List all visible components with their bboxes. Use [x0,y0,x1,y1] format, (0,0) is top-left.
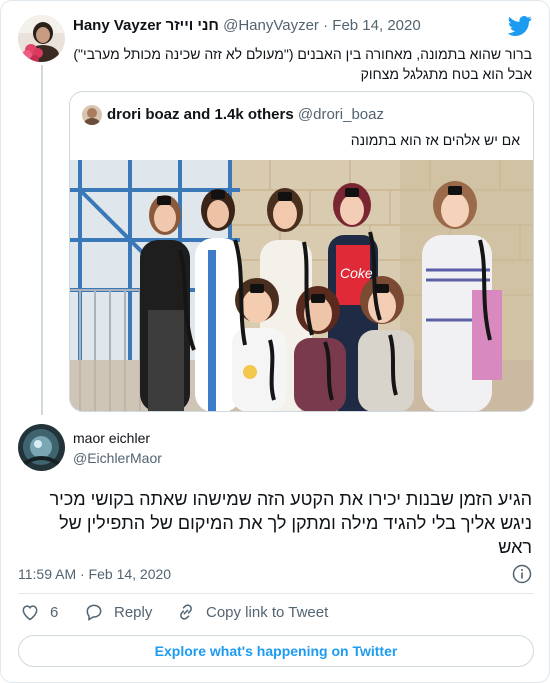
tweet-text-line: ברור שהוא בתמונה, מאחורה בין האבנים ("מע… [73,46,532,62]
quoted-display-name: drori boaz and 1.4k others [107,106,294,123]
reply-action[interactable]: Reply [84,602,152,622]
author-line: Hany Vayzer חני וייזר @HanyVayzer · Feb … [73,17,421,34]
copy-link-action[interactable]: Copy link to Tweet [176,602,328,622]
twitter-bird-icon[interactable] [508,15,532,37]
heart-icon[interactable] [20,602,40,622]
reply-text: הגיע הזמן שבנות יכירו את הקטע הזה שמישהו… [16,487,532,559]
tweet-text: ברור שהוא בתמונה, מאחורה בין האבנים ("מע… [62,44,532,84]
tweet-text-line: אבל הוא בטח מתגלגל מצחוק [360,66,532,82]
divider [18,593,534,594]
quoted-author-line: drori boaz and 1.4k others @drori_boaz [107,106,384,123]
like-count: 6 [50,603,59,621]
photo-shirt-text: Coke [340,265,373,281]
like-action[interactable]: 6 [20,602,58,622]
tweet-date[interactable]: Feb 14, 2020 [332,17,420,34]
quoted-tweet[interactable]: drori boaz and 1.4k others @drori_boaz א… [69,91,534,412]
copy-link-label: Copy link to Tweet [206,603,329,621]
explore-label: Explore what's happening on Twitter [154,643,398,659]
reply-text-line: ראש [498,537,532,557]
info-icon[interactable] [512,564,532,584]
quoted-handle: @drori_boaz [297,106,384,123]
reply-handle[interactable]: @EichlerMaor [73,450,162,466]
quoted-author-avatar [82,105,102,125]
author-handle[interactable]: @HanyVayzer [223,17,319,34]
author-display-name[interactable]: Hany Vayzer חני וייזר [73,17,219,34]
dot-separator: · [323,17,329,34]
embedded-tweet-card: Hany Vayzer חני וייזר @HanyVayzer · Feb … [0,0,550,683]
quoted-photo[interactable]: Coke [70,160,533,412]
quoted-text: אם יש אלהים אז הוא בתמונה [350,132,520,148]
reply-timestamp[interactable]: 11:59 AM · Feb 14, 2020 [18,566,171,582]
thread-connector-line [41,65,43,415]
reply-icon[interactable] [84,602,104,622]
author-avatar[interactable] [18,15,65,62]
reply-label: Reply [114,603,153,621]
reply-text-line: הגיע הזמן שבנות יכירו את הקטע הזה שמישהו… [49,489,532,509]
link-icon[interactable] [176,602,196,622]
reply-display-name[interactable]: maor eichler [73,430,150,446]
explore-twitter-button[interactable]: Explore what's happening on Twitter [18,635,534,667]
reply-text-line: ניגש אליך בלי להגיד מילה ומתקן לך את המי… [59,513,532,533]
reply-author-avatar[interactable] [18,424,65,471]
